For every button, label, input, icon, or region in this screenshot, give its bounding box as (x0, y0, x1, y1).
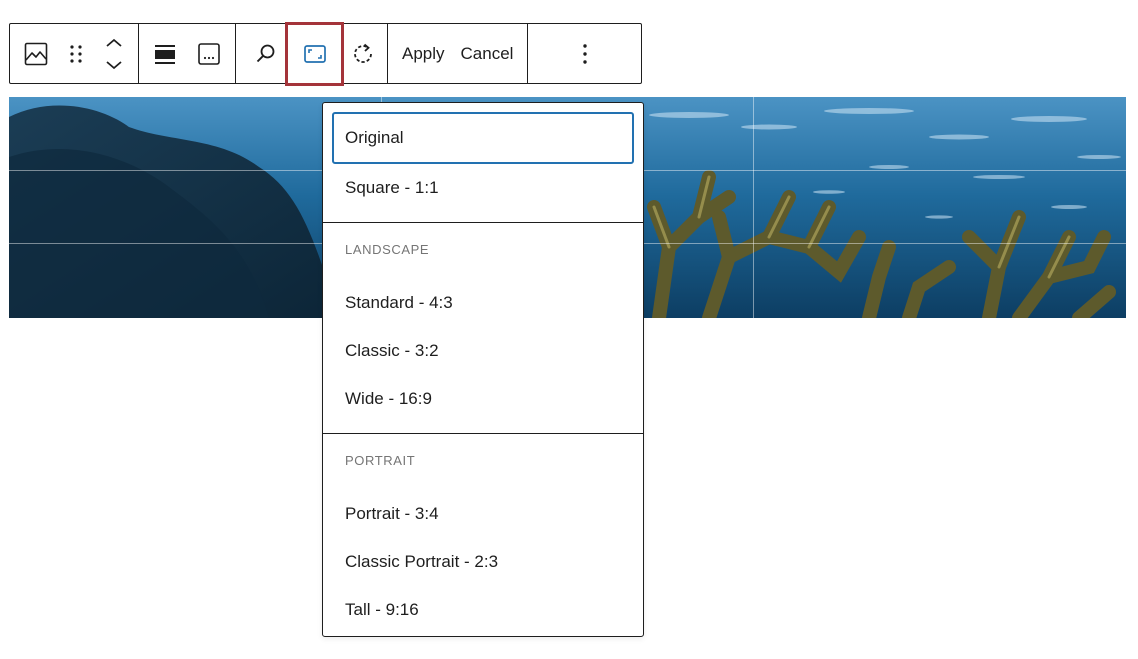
menu-item-classic-portrait[interactable]: Classic Portrait - 2:3 (332, 538, 634, 586)
rotate-icon (354, 43, 372, 63)
toolbar-group-options (528, 24, 641, 83)
landscape-heading: LANDSCAPE (345, 241, 430, 257)
caption-button[interactable] (187, 32, 231, 76)
align-button[interactable] (143, 32, 187, 76)
rotate-button[interactable] (341, 32, 385, 76)
cancel-button[interactable]: Cancel (453, 32, 522, 76)
menu-item-tall[interactable]: Tall - 9:16 (332, 586, 634, 634)
aspect-ratio-button[interactable] (285, 21, 344, 86)
toolbar-group-crop (236, 21, 388, 86)
menu-item-classic[interactable]: Classic - 3:2 (332, 327, 634, 375)
menu-item-portrait[interactable]: Portrait - 3:4 (332, 490, 634, 538)
menu-section-landscape: LANDSCAPE Standard - 4:3 Classic - 3:2 W… (323, 223, 643, 434)
menu-item-wide[interactable]: Wide - 16:9 (332, 375, 634, 423)
toolbar-group-block (10, 24, 139, 83)
move-up-down-button[interactable] (94, 32, 134, 76)
block-toolbar: Apply Cancel (9, 21, 642, 86)
menu-item-original[interactable]: Original (332, 112, 634, 164)
zoom-button[interactable] (244, 32, 288, 76)
menu-item-standard[interactable]: Standard - 4:3 (332, 279, 634, 327)
crop-grid-line (753, 97, 754, 318)
align-full-icon (155, 44, 175, 64)
menu-item-square[interactable]: Square - 1:1 (332, 164, 634, 212)
apply-button[interactable]: Apply (394, 32, 453, 76)
portrait-heading: PORTRAIT (345, 452, 416, 468)
drag-button[interactable] (58, 32, 94, 76)
caption-icon (198, 42, 220, 65)
aspect-ratio-icon (303, 44, 326, 63)
drag-handle-icon (70, 44, 82, 63)
move-up-down-icon (106, 38, 122, 69)
options-button[interactable] (563, 32, 607, 76)
toolbar-group-actions: Apply Cancel (388, 24, 529, 83)
more-options-icon (583, 43, 587, 64)
menu-section-general: Original Square - 1:1 (323, 103, 643, 223)
aspect-ratio-menu: Original Square - 1:1 LANDSCAPE Standard… (322, 102, 644, 637)
image-icon (24, 42, 48, 65)
menu-section-portrait: PORTRAIT Portrait - 3:4 Classic Portrait… (323, 434, 643, 644)
toolbar-group-layout (139, 24, 236, 83)
block-type-button[interactable] (14, 32, 58, 76)
zoom-icon (256, 44, 275, 62)
